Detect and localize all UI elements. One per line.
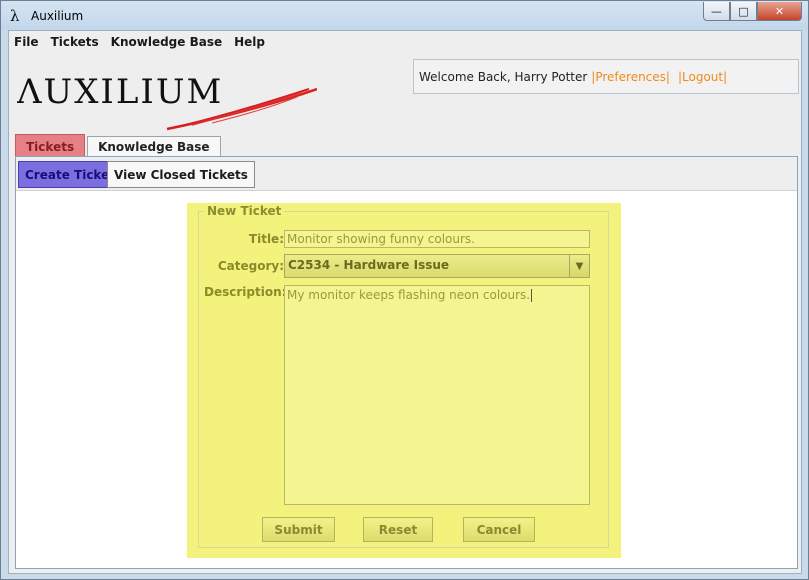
close-icon: ✕: [774, 4, 785, 18]
tickets-panel: Create Ticket View Closed Tickets New Ti…: [15, 156, 798, 569]
cancel-button[interactable]: Cancel: [463, 517, 535, 542]
menu-tickets[interactable]: Tickets: [51, 35, 99, 49]
menu-help[interactable]: Help: [234, 35, 265, 49]
menu-bar: File Tickets Knowledge Base Help: [9, 31, 801, 53]
chevron-down-icon[interactable]: ▼: [569, 255, 589, 277]
window-title: Auxilium: [31, 9, 84, 23]
tab-knowledge-base[interactable]: Knowledge Base: [87, 136, 221, 156]
client-area: File Tickets Knowledge Base Help ΛUXILIU…: [8, 30, 802, 574]
lambda-icon: λ: [10, 7, 20, 25]
logo-text: ΛUXILIUM: [16, 67, 245, 122]
close-button[interactable]: ✕: [757, 2, 802, 21]
minimize-icon: —: [711, 4, 722, 18]
maximize-icon: □: [738, 4, 749, 18]
tickets-toolbar: Create Ticket View Closed Tickets: [16, 157, 797, 191]
logo-wordmark: ΛUXILIUM: [16, 72, 223, 112]
main-tabs: Tickets Knowledge Base: [15, 134, 223, 158]
description-text: My monitor keeps flashing neon colours.: [287, 288, 531, 302]
logout-link[interactable]: |Logout|: [678, 70, 727, 84]
title-bar[interactable]: λ Auxilium — □ ✕: [1, 1, 808, 30]
app-window: λ Auxilium — □ ✕ File Tickets Knowledge …: [0, 0, 809, 580]
form-legend: New Ticket: [204, 204, 285, 218]
reset-button[interactable]: Reset: [363, 517, 433, 542]
minimize-button[interactable]: —: [703, 2, 730, 21]
text-caret: [531, 289, 533, 302]
new-ticket-fieldset: New Ticket Title: Monitor showing funny …: [198, 204, 609, 548]
menu-file[interactable]: File: [14, 35, 39, 49]
maximize-button[interactable]: □: [730, 2, 757, 21]
category-label: Category:: [217, 259, 284, 273]
menu-knowledge-base[interactable]: Knowledge Base: [111, 35, 222, 49]
view-closed-tickets-button[interactable]: View Closed Tickets: [107, 161, 255, 188]
welcome-text: Welcome Back, Harry Potter: [419, 69, 588, 84]
title-label: Title:: [248, 232, 284, 246]
submit-button[interactable]: Submit: [262, 517, 335, 542]
category-select[interactable]: C2534 - Hardware Issue ▼: [284, 254, 590, 278]
svg-text:ΛUXILIUM: ΛUXILIUM: [17, 72, 223, 112]
description-label: Description:: [204, 285, 287, 299]
new-ticket-form: New Ticket Title: Monitor showing funny …: [187, 203, 621, 558]
tab-tickets[interactable]: Tickets: [15, 134, 86, 158]
title-input[interactable]: Monitor showing funny colours.: [284, 230, 590, 248]
preferences-link[interactable]: |Preferences|: [591, 70, 670, 84]
description-textarea[interactable]: My monitor keeps flashing neon colours.: [284, 285, 590, 505]
window-controls: — □ ✕: [703, 2, 802, 21]
welcome-panel: Welcome Back, Harry Potter |Preferences|…: [413, 59, 799, 94]
category-selected-value: C2534 - Hardware Issue: [288, 258, 450, 272]
